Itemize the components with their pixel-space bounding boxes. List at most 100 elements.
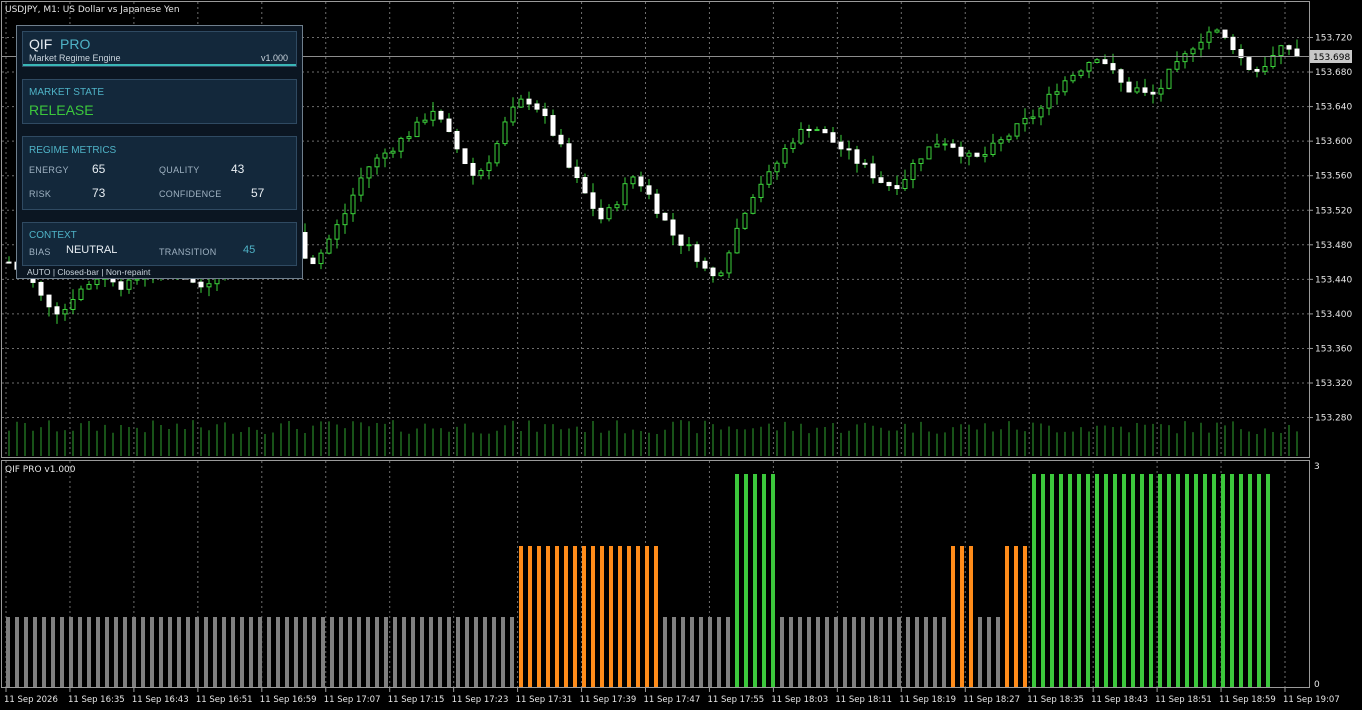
indicator-bar [726,617,730,687]
time-label: 11 Sep 16:51 [196,695,253,705]
indicator-bar [591,546,595,687]
indicator-bar [429,617,433,687]
current-price-badge: 153.698 [1310,50,1352,63]
indicator-bar [447,617,451,687]
indicator-bar [357,617,361,687]
candle-body [1046,93,1052,109]
indicator-bar [618,546,622,687]
candle-body [862,162,868,165]
time-label: 11 Sep 18:43 [1091,695,1148,705]
indicator-bar [393,617,397,687]
price-label: 153.600 [1315,137,1352,147]
indicator-bar [249,617,253,687]
candle-body [566,143,572,168]
candle-body [1254,68,1260,72]
context-card: CONTEXT BIAS NEUTRAL TRANSITION 45 [22,222,297,266]
indicator-bar [1149,474,1153,687]
indicator-bar [402,617,406,687]
candle-body [694,244,700,262]
candle-body [966,152,972,157]
indicator-bar [411,617,415,687]
indicator-bar [15,617,19,687]
bias-label: BIAS [29,247,51,257]
indicator-bar [663,617,667,687]
price-label: 153.440 [1315,275,1352,285]
indicator-bar [6,617,10,687]
indicator-bar [960,546,964,687]
indicator-bar [177,617,181,687]
time-label: 11 Sep 17:23 [452,695,509,705]
candle-body [1110,63,1116,71]
indicator-bar [1221,474,1225,687]
candle-body [958,146,964,157]
candle-body [6,261,12,264]
candle-body [206,283,212,288]
indicator-bar [1095,474,1099,687]
candle-body [710,267,716,277]
indicator-bar [834,617,838,687]
time-label: 11 Sep 16:59 [260,695,317,705]
price-label: 153.320 [1315,379,1352,389]
candle-body [750,196,756,214]
indicator-bar [1050,474,1054,687]
indicator-bar [1176,474,1180,687]
panel-subtitle: Market Regime Engine [29,53,121,63]
candle-body [854,149,860,164]
regime-dashboard-panel[interactable]: QIF PRO Market Regime Engine v1.000 MARK… [16,25,303,279]
indicator-bar [1257,474,1261,687]
indicator-bar [996,617,1000,687]
time-label: 11 Sep 17:55 [707,695,764,705]
candle-body [918,158,924,164]
indicator-bar [321,617,325,687]
candle-body [1206,31,1212,43]
indicator-bar [348,617,352,687]
indicator-bar [897,617,901,687]
candle-body [46,294,52,308]
time-label: 11 Sep 17:31 [516,695,573,705]
candle-body [358,177,364,196]
candle-body [502,121,508,145]
indicator-bar [645,546,649,687]
indicator-bar [213,617,217,687]
indicator-bar [1059,474,1063,687]
candle-body [422,119,428,123]
confidence-label: CONFIDENCE [159,189,222,199]
candle-body [718,272,724,277]
current-price-text: 153.698 [1313,53,1350,63]
indicator-bar [744,474,748,687]
candle-body [198,281,204,288]
indicator-bar [681,617,685,687]
candle-body [1030,116,1036,119]
bias-value: NEUTRAL [66,244,118,256]
indicator-bar [186,617,190,687]
candle-body [550,115,556,136]
candle-body [134,278,140,281]
indicator-bar [528,546,532,687]
indicator-bar [1167,474,1171,687]
candle-body [1262,66,1268,72]
market-state-card: MARKET STATE RELEASE [22,79,297,124]
indicator-bar [969,546,973,687]
indicator-bar [564,546,568,687]
candle-body [590,192,596,209]
candle-body [1086,61,1092,72]
indicator-bar [312,617,316,687]
indicator-bar [906,617,910,687]
indicator-bar [141,617,145,687]
candle-body [126,279,132,290]
indicator-bar [951,546,955,687]
price-scale: 153.720 153.680 153.640 153.600 153.560 153.5… [1309,34,1352,424]
candle-body [494,143,500,164]
candle-body [942,143,948,146]
header-card: QIF PRO Market Regime Engine v1.000 [22,31,297,67]
indicator-bar [987,617,991,687]
candle-body [838,141,844,150]
candle-body [1102,59,1108,65]
indicator-bar [1023,546,1027,687]
indicator-bar [915,617,919,687]
candle-body [1166,68,1172,89]
candle-body [86,284,92,290]
price-label: 153.560 [1315,172,1352,182]
indicator-bar [339,617,343,687]
candle-body [678,234,684,246]
